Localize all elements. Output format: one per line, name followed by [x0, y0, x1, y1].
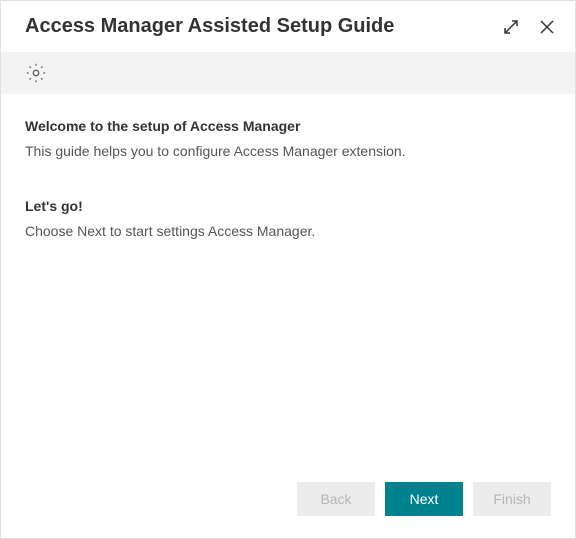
close-icon[interactable] [537, 17, 557, 37]
titlebar: Access Manager Assisted Setup Guide [1, 1, 575, 52]
content-area: Welcome to the setup of Access Manager T… [1, 94, 575, 464]
letsgo-section: Let's go! Choose Next to start settings … [25, 198, 551, 242]
welcome-body: This guide helps you to configure Access… [25, 142, 551, 162]
letsgo-heading: Let's go! [25, 198, 551, 214]
footer: Back Next Finish [1, 464, 575, 538]
back-button[interactable]: Back [297, 482, 375, 516]
expand-icon[interactable] [501, 17, 521, 37]
setup-dialog: Access Manager Assisted Setup Guide [0, 0, 576, 539]
gear-icon[interactable] [25, 62, 47, 84]
dialog-title: Access Manager Assisted Setup Guide [25, 15, 485, 38]
letsgo-body: Choose Next to start settings Access Man… [25, 222, 551, 242]
welcome-heading: Welcome to the setup of Access Manager [25, 118, 551, 134]
welcome-section: Welcome to the setup of Access Manager T… [25, 118, 551, 162]
toolbar [1, 52, 575, 94]
next-button[interactable]: Next [385, 482, 463, 516]
finish-button[interactable]: Finish [473, 482, 551, 516]
